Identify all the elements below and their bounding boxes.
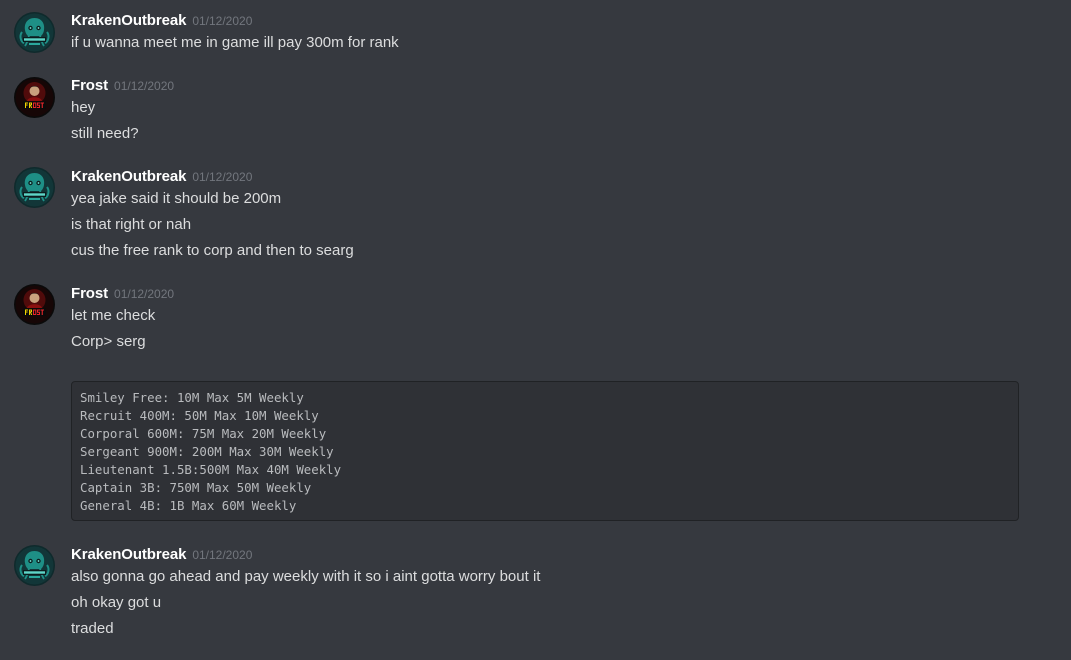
message-text: oh okay got u bbox=[71, 594, 162, 611]
timestamp: 01/12/2020 bbox=[192, 548, 253, 562]
message-header: Frost 01/12/2020 bbox=[71, 283, 174, 305]
kraken-logo-icon bbox=[14, 545, 55, 586]
kraken-logo-icon bbox=[14, 12, 55, 53]
code-line: General 4B: 1B Max 60M Weekly bbox=[80, 498, 297, 513]
message-text: hey bbox=[71, 99, 96, 116]
avatar[interactable] bbox=[14, 12, 55, 53]
avatar[interactable] bbox=[14, 284, 55, 325]
username[interactable]: KrakenOutbreak bbox=[71, 12, 186, 29]
message-text: if u wanna meet me in game ill pay 300m … bbox=[71, 34, 399, 51]
message-text: Corp> serg bbox=[71, 333, 146, 350]
code-line: Recruit 400M: 50M Max 10M Weekly bbox=[80, 408, 319, 423]
message-text: is that right or nah bbox=[71, 216, 192, 233]
timestamp: 01/12/2020 bbox=[114, 287, 175, 301]
message-header: KrakenOutbreak 01/12/2020 bbox=[71, 166, 252, 188]
username[interactable]: KrakenOutbreak bbox=[71, 546, 186, 563]
message-text: traded bbox=[71, 620, 114, 637]
message-header: KrakenOutbreak 01/12/2020 bbox=[71, 10, 252, 32]
code-line: Lieutenant 1.5B:500M Max 40M Weekly bbox=[80, 462, 342, 477]
message-text: cus the free rank to corp and then to se… bbox=[71, 242, 354, 259]
code-block[interactable]: Smiley Free: 10M Max 5M Weekly Recruit 4… bbox=[71, 381, 1019, 521]
kraken-logo-icon bbox=[14, 167, 55, 208]
message-header: KrakenOutbreak 01/12/2020 bbox=[71, 544, 252, 566]
avatar[interactable] bbox=[14, 167, 55, 208]
timestamp: 01/12/2020 bbox=[192, 170, 253, 184]
code-line: Smiley Free: 10M Max 5M Weekly bbox=[80, 390, 304, 405]
chat-messages: KrakenOutbreak 01/12/2020 if u wanna meet… bbox=[0, 0, 1071, 660]
username[interactable]: Frost bbox=[71, 285, 108, 302]
message-text: also gonna go ahead and pay weekly with … bbox=[71, 568, 541, 585]
avatar[interactable] bbox=[14, 545, 55, 586]
message-text: still need? bbox=[71, 125, 139, 142]
username[interactable]: KrakenOutbreak bbox=[71, 168, 186, 185]
avatar[interactable] bbox=[14, 77, 55, 118]
code-line: Corporal 600M: 75M Max 20M Weekly bbox=[80, 426, 327, 441]
message-header: Frost 01/12/2020 bbox=[71, 75, 174, 97]
frost-logo-icon bbox=[14, 77, 55, 118]
timestamp: 01/12/2020 bbox=[114, 79, 175, 93]
message-text: yea jake said it should be 200m bbox=[71, 190, 282, 207]
code-line: Captain 3B: 750M Max 50M Weekly bbox=[80, 480, 312, 495]
code-line: Sergeant 900M: 200M Max 30M Weekly bbox=[80, 444, 334, 459]
message-text: let me check bbox=[71, 307, 156, 324]
timestamp: 01/12/2020 bbox=[192, 14, 253, 28]
frost-logo-icon bbox=[14, 284, 55, 325]
username[interactable]: Frost bbox=[71, 77, 108, 94]
